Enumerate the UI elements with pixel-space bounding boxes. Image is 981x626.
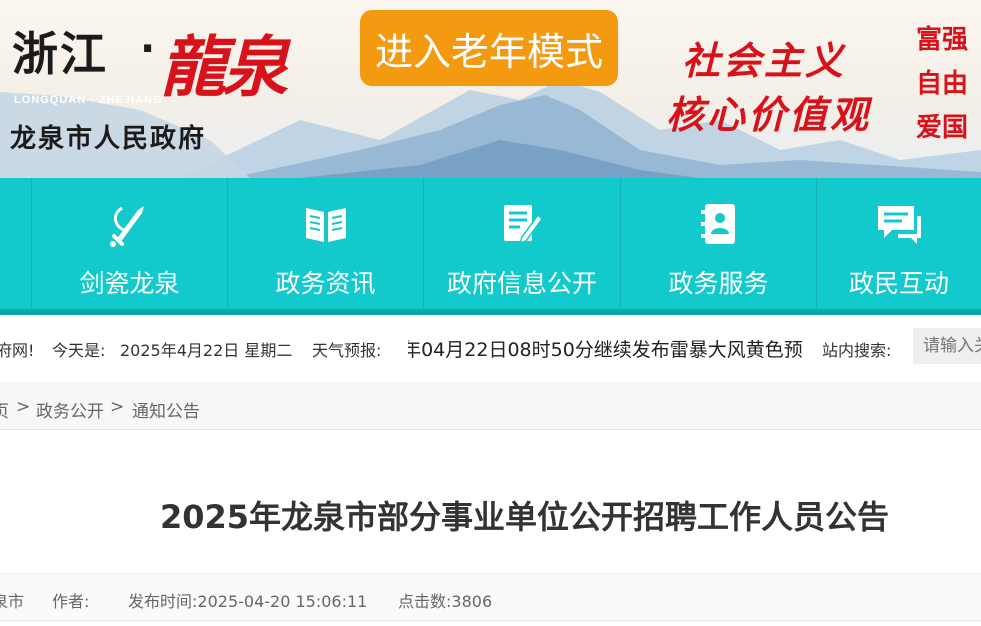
article-source: 泉市 bbox=[0, 592, 25, 611]
nav-item-interaction[interactable]: 政民互动 bbox=[816, 178, 981, 309]
publish-time: 发布时间:2025-04-20 15:06:11 bbox=[128, 588, 367, 612]
breadcrumb-notice[interactable]: 通知公告 bbox=[132, 397, 200, 422]
document-edit-icon bbox=[500, 200, 544, 248]
value-item: 富强 bbox=[916, 25, 969, 55]
hit-count: 点击数:3806 bbox=[398, 588, 492, 612]
search-label: 站内搜索: bbox=[822, 341, 892, 360]
nav-item-news[interactable]: 政务资讯 bbox=[227, 178, 423, 309]
slogan-line-1: 社会主义 bbox=[682, 38, 847, 83]
breadcrumb-home[interactable]: 页 bbox=[0, 397, 9, 422]
current-date: 2025年4月22日 星期二 bbox=[120, 341, 293, 360]
publish-time-value: 2025-04-20 15:06:11 bbox=[197, 592, 368, 611]
chat-icon bbox=[874, 200, 924, 248]
nav-item-services[interactable]: 政务服务 bbox=[620, 178, 816, 309]
breadcrumb-gov-open[interactable]: 政务公开 bbox=[36, 397, 104, 422]
brand-english: LONGQUAN · ZHEJIANG bbox=[14, 94, 163, 106]
value-item: 自由 bbox=[916, 69, 969, 99]
core-values: 富强 自由 爱国 bbox=[916, 18, 976, 150]
info-bar: 府网! 今天是: 2025年4月22日 星期二 天气预报: 5年04月22日08… bbox=[0, 315, 981, 381]
site-search-input[interactable] bbox=[913, 328, 981, 364]
nav-label: 政务资讯 bbox=[275, 269, 376, 298]
nav-label: 政务服务 bbox=[668, 269, 769, 298]
nav-item-partial[interactable] bbox=[0, 178, 31, 309]
hit-count-value: 3806 bbox=[451, 592, 493, 611]
welcome-text: 府网! bbox=[0, 341, 35, 360]
sword-icon bbox=[108, 200, 152, 248]
weather-label: 天气预报: bbox=[312, 341, 382, 360]
value-item: 爱国 bbox=[916, 113, 969, 143]
slogan-line-2: 核心价值观 bbox=[666, 92, 872, 137]
elder-mode-button[interactable]: 进入老年模式 bbox=[360, 10, 618, 86]
article-meta: 泉市 作者: 发布时间:2025-04-20 15:06:11 点击数:3806 bbox=[0, 573, 981, 621]
main-nav: 剑瓷龙泉 政务资讯 政府信息公开 政务服务 政民互动 bbox=[0, 178, 981, 309]
weather-ticker[interactable]: 5年04月22日08时50分继续发布雷暴大风黄色预 bbox=[408, 335, 802, 363]
nav-item-jianci[interactable]: 剑瓷龙泉 bbox=[31, 178, 227, 309]
header-banner: 浙江 · 龍泉 LONGQUAN · ZHEJIANG 龙泉市人民政府 进入老年… bbox=[0, 0, 981, 178]
nav-label: 政民互动 bbox=[848, 269, 949, 298]
article-title: 2025年龙泉市部分事业单位公开招聘工作人员公告 bbox=[159, 498, 890, 536]
hit-count-label: 点击数: bbox=[398, 592, 452, 611]
breadcrumb-separator: > bbox=[110, 397, 125, 417]
author-label: 作者: bbox=[52, 592, 90, 611]
brand-calligraphy: 龍泉 bbox=[160, 28, 288, 106]
book-icon bbox=[302, 200, 350, 248]
nav-item-info-open[interactable]: 政府信息公开 bbox=[423, 178, 620, 309]
today-label: 今天是: bbox=[52, 341, 106, 360]
publish-time-label: 发布时间: bbox=[128, 592, 198, 611]
breadcrumb: 页 > 政务公开 > 通知公告 bbox=[0, 382, 981, 430]
breadcrumb-separator: > bbox=[16, 397, 31, 417]
site-title[interactable]: 龙泉市人民政府 bbox=[10, 118, 206, 155]
nav-label: 政府信息公开 bbox=[446, 269, 597, 298]
weather-ticker-text: 5年04月22日08时50分继续发布雷暴大风黄色预 bbox=[408, 339, 802, 361]
nav-label: 剑瓷龙泉 bbox=[79, 269, 180, 298]
brand-name: 浙江 bbox=[12, 27, 108, 81]
brand-separator: · bbox=[140, 26, 156, 72]
contacts-icon bbox=[699, 200, 739, 248]
